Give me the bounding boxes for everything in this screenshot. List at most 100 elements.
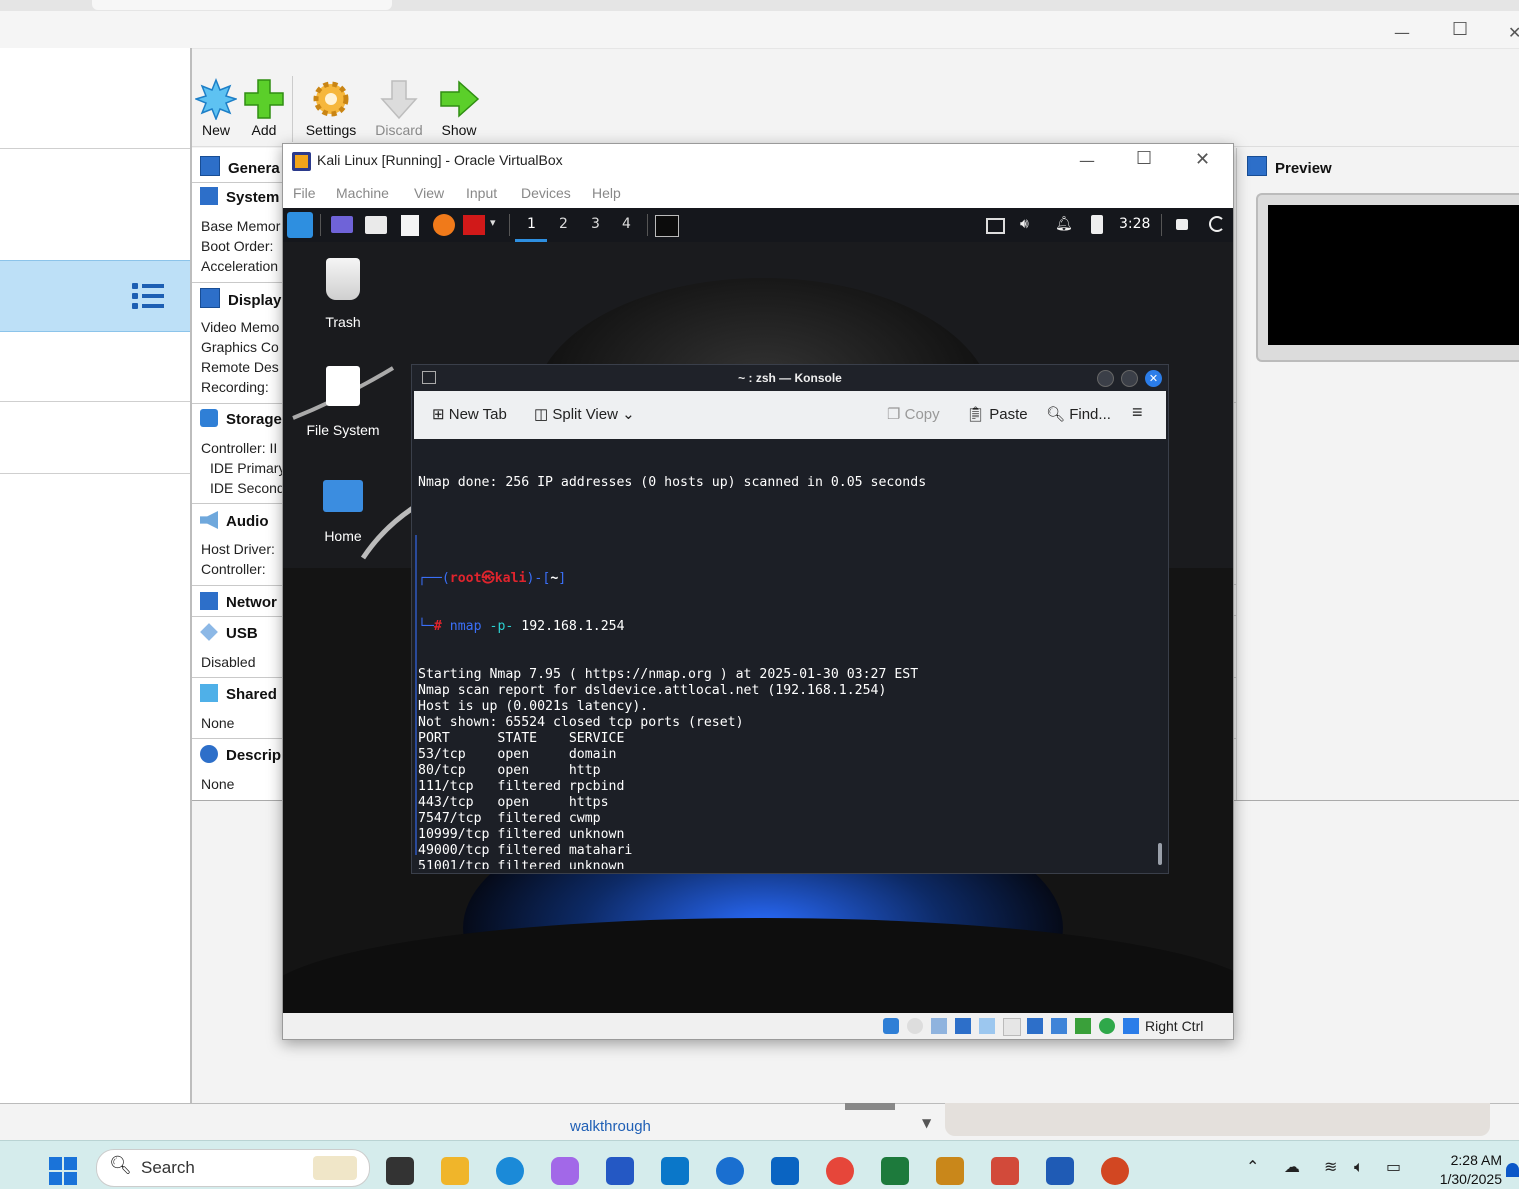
copy-button[interactable]: ❐ Copy [887,405,940,423]
snipping-tool-icon[interactable] [991,1157,1019,1185]
kali-menu-icon[interactable] [287,212,313,238]
start-button[interactable] [49,1157,77,1185]
lock-icon[interactable] [1176,219,1188,230]
workspace-2[interactable]: 2 [559,216,568,232]
edge-icon[interactable] [496,1157,524,1185]
desktop-icon-filesystem[interactable]: File System [301,366,385,438]
menu-view[interactable]: View [414,185,444,201]
powerpoint-icon[interactable] [1101,1157,1129,1185]
system-clock[interactable]: 2:28 AM 1/30/2025 [1410,1151,1502,1189]
cpu-icon[interactable] [1075,1018,1091,1034]
new-tab-button[interactable]: ⊞ New Tab [432,405,507,423]
desktop-icon-home[interactable]: Home [307,480,379,544]
show-button[interactable]: Show [436,78,482,138]
discard-button[interactable]: Discard [372,78,426,138]
hamburger-menu-icon[interactable]: ≡ [1132,402,1143,423]
task-view-icon[interactable] [386,1157,414,1185]
maximize-icon[interactable]: ☐ [1452,21,1468,39]
word-icon[interactable] [1046,1157,1074,1185]
wifi-icon[interactable]: ≋ [1324,1157,1337,1176]
copilot-icon[interactable] [551,1157,579,1185]
section-general[interactable]: Genera [200,156,280,177]
section-system[interactable]: System [200,187,279,206]
minimize-icon[interactable]: — [1394,25,1410,41]
scrollbar[interactable] [1158,843,1162,865]
walkthrough-link[interactable]: walkthrough [570,1118,651,1135]
chevron-up-icon[interactable]: ⌃ [1246,1157,1259,1176]
outlook-icon[interactable] [771,1157,799,1185]
volume-icon[interactable]: 🔊︎ [1020,216,1029,232]
download-icon[interactable] [1123,1018,1139,1034]
show-desktop-icon[interactable] [331,216,353,233]
guest-screen[interactable]: ▾ 1 2 3 4 🔊︎ 🔔︎ 3:28 Trash File System H… [283,208,1233,1013]
chevron-down-icon[interactable]: ▾ [490,216,496,229]
text-editor-icon[interactable] [401,215,419,236]
settings-button[interactable]: Settings [300,78,362,138]
file-explorer-icon[interactable] [441,1157,469,1185]
display-icon[interactable] [986,218,1005,234]
store-icon[interactable] [606,1157,634,1185]
section-audio[interactable]: Audio [200,511,269,530]
search-box[interactable]: 🔍︎ Search [96,1149,370,1187]
scroll-down-icon[interactable]: ▼ [922,1116,931,1130]
add-button[interactable]: Add [242,78,286,138]
virtualbox-icon[interactable] [936,1157,964,1185]
list-menu-icon[interactable] [132,281,166,313]
vscode-icon[interactable] [881,1157,909,1185]
maximize-icon[interactable] [1121,370,1138,387]
terminal-red-icon[interactable] [463,215,485,235]
notification-icon[interactable] [1506,1163,1519,1177]
help-icon[interactable] [716,1157,744,1185]
close-icon[interactable]: ✕ [1145,370,1162,387]
workspace-3[interactable]: 3 [591,216,600,232]
battery-icon[interactable] [1091,215,1103,234]
section-storage[interactable]: Storage [200,409,282,428]
recording-icon[interactable] [1051,1018,1067,1034]
section-usb[interactable]: USB [200,623,258,642]
kali-clock[interactable]: 3:28 [1119,216,1150,232]
usb-status-icon[interactable] [979,1018,995,1034]
menu-file[interactable]: File [293,185,316,201]
section-network[interactable]: Networ [200,592,277,611]
new-button[interactable]: New [194,78,238,138]
minimize-icon[interactable]: — [1079,153,1095,169]
battery-icon[interactable]: ▭ [1386,1157,1401,1176]
workspace-4[interactable]: 4 [622,216,631,232]
shared-folder-icon[interactable] [1003,1018,1021,1036]
audio-status-icon[interactable] [931,1018,947,1034]
split-view-button[interactable]: ◫ Split View ⌄ [534,405,635,423]
section-description[interactable]: Descrip [200,745,281,764]
find-button[interactable]: 🔍︎ Find... [1046,405,1111,423]
volume-icon[interactable]: 🔈︎ [1354,1157,1364,1177]
workspace-1[interactable]: 1 [527,216,536,232]
menu-help[interactable]: Help [592,185,621,201]
logout-icon[interactable] [1209,216,1225,232]
onedrive-cloud-icon[interactable]: ☁︎ [1284,1157,1300,1176]
desktop-icon-trash[interactable]: Trash [307,258,379,330]
host-tab[interactable] [92,0,392,10]
network-status-icon[interactable] [955,1018,971,1034]
terminal-output[interactable]: Nmap done: 256 IP addresses (0 hosts up)… [418,443,1158,869]
section-shared-folders[interactable]: Shared [200,684,277,703]
menu-machine[interactable]: Machine [336,185,389,201]
scroll-thumb[interactable] [845,1103,895,1110]
paste-button[interactable]: 📋︎ Paste [966,405,1028,423]
minimize-icon[interactable] [1097,370,1114,387]
file-manager-icon[interactable] [365,216,387,234]
konsole-task-icon[interactable] [655,215,679,237]
menu-input[interactable]: Input [466,185,497,201]
hard-disk-icon[interactable] [883,1018,899,1034]
maximize-icon[interactable]: ☐ [1136,150,1152,168]
close-icon[interactable]: ✕ [1195,151,1210,169]
close-icon[interactable]: ✕ [1508,25,1519,41]
myhp-icon[interactable] [661,1157,689,1185]
notification-bell-icon[interactable]: 🔔︎ [1055,216,1073,232]
firefox-icon[interactable] [433,214,455,236]
chrome-icon[interactable] [826,1157,854,1185]
mouse-integration-icon[interactable] [1099,1018,1115,1034]
display-status-icon[interactable] [1027,1018,1043,1034]
section-display[interactable]: Display [200,288,281,309]
machine-item-selected[interactable] [0,260,190,332]
menu-devices[interactable]: Devices [521,185,571,201]
optical-drive-icon[interactable] [907,1018,923,1034]
